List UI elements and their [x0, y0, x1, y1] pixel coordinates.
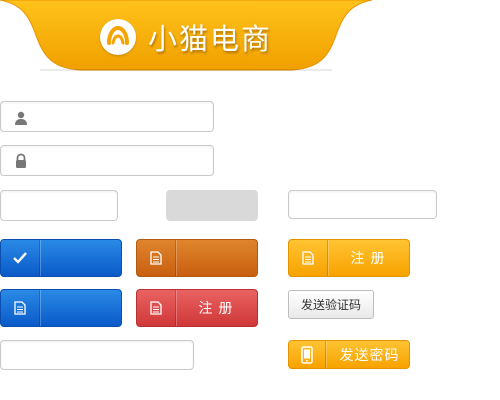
send-password-label: 发送密码 — [339, 347, 400, 364]
small-input[interactable] — [0, 190, 118, 221]
document-icon — [289, 240, 328, 276]
send-password-button[interactable]: 发送密码 — [288, 340, 410, 369]
document-button-orange[interactable] — [136, 239, 258, 277]
medium-input[interactable] — [288, 190, 437, 219]
send-code-button[interactable]: 发送验证码 — [288, 290, 374, 319]
brand[interactable]: 小猫电商 — [100, 17, 272, 57]
document-button-blue[interactable] — [0, 289, 122, 327]
document-icon — [1, 290, 40, 326]
register-button-yellow[interactable]: 注册 — [288, 239, 410, 277]
document-icon — [137, 290, 176, 326]
register-label: 注册 — [198, 301, 239, 317]
check-button[interactable] — [0, 239, 122, 277]
username-field[interactable] — [0, 101, 214, 132]
register-label: 注册 — [350, 251, 391, 267]
lock-icon — [13, 153, 29, 169]
disabled-input — [166, 190, 258, 221]
send-code-label: 发送验证码 — [300, 298, 361, 312]
document-icon — [137, 240, 176, 276]
password-field[interactable] — [0, 145, 214, 176]
register-button-red[interactable]: 注册 — [136, 289, 258, 327]
phone-icon — [289, 341, 326, 368]
brand-title: 小猫电商 — [148, 22, 273, 56]
checkmark-icon — [1, 240, 40, 276]
code-input[interactable] — [0, 340, 194, 370]
user-icon — [13, 110, 29, 126]
arc-logo-icon — [100, 19, 136, 55]
